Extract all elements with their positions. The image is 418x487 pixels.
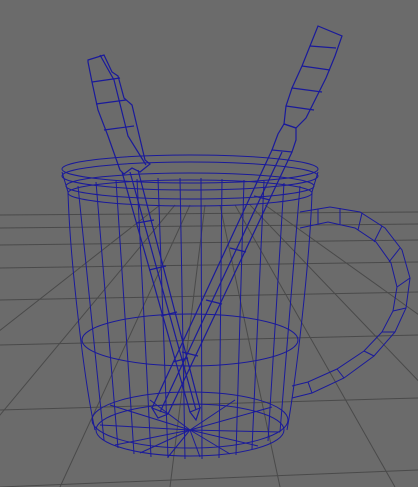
pen-wireframe-icon <box>150 25 343 419</box>
3d-viewport[interactable] <box>0 0 418 487</box>
